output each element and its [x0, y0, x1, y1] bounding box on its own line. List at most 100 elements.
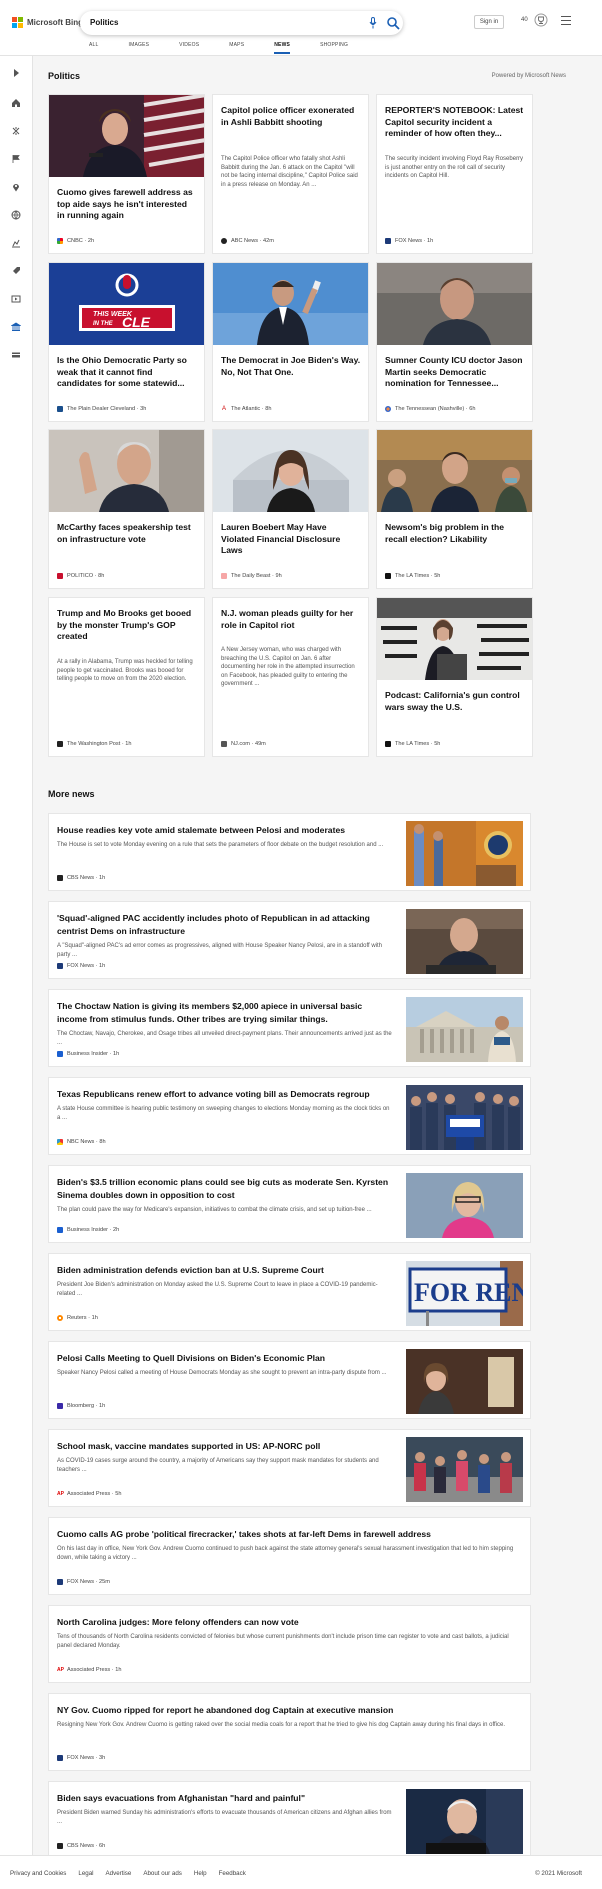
feedback-link[interactable]: Feedback: [219, 1870, 246, 1877]
news-list-item[interactable]: Texas Republicans renew effort to advanc…: [48, 1077, 531, 1155]
news-card[interactable]: Lauren Boebert May Have Violated Financi…: [212, 429, 369, 589]
item-source: FOX News · 1h: [57, 963, 105, 969]
source-age: 8h: [98, 573, 105, 579]
tab-news[interactable]: NEWS: [274, 42, 290, 54]
item-title[interactable]: House readies key vote amid stalemate be…: [57, 824, 392, 837]
tab-maps[interactable]: MAPS: [229, 42, 244, 48]
news-list-item[interactable]: 'Squad'-aligned PAC accidently includes …: [48, 901, 531, 979]
item-title[interactable]: Pelosi Calls Meeting to Quell Divisions …: [57, 1352, 392, 1365]
news-list-item[interactable]: House readies key vote amid stalemate be…: [48, 813, 531, 891]
source-name: POLITICO: [67, 573, 94, 579]
card-title[interactable]: REPORTER'S NOTEBOOK: Latest Capitol secu…: [385, 105, 525, 140]
item-title[interactable]: Cuomo calls AG probe 'political firecrac…: [57, 1528, 522, 1541]
rewards-trophy-icon[interactable]: [534, 13, 548, 27]
advertise-link[interactable]: Advertise: [106, 1870, 132, 1877]
item-title[interactable]: Biden says evacuations from Afghanistan …: [57, 1792, 392, 1805]
card-title[interactable]: Cuomo gives farewell address as top aide…: [57, 187, 197, 222]
news-list-item[interactable]: The Choctaw Nation is giving its members…: [48, 989, 531, 1067]
card-description: The Capitol Police officer who fatally s…: [221, 156, 358, 188]
microphone-icon[interactable]: [369, 17, 377, 29]
item-title[interactable]: Texas Republicans renew effort to advanc…: [57, 1088, 392, 1101]
card-title[interactable]: N.J. woman pleads guilty for her role in…: [221, 608, 361, 631]
tab-shopping[interactable]: SHOPPING: [320, 42, 348, 48]
card-title[interactable]: Trump and Mo Brooks get booed by the mon…: [57, 608, 197, 643]
news-list-item[interactable]: Cuomo calls AG probe 'political firecrac…: [48, 1517, 531, 1595]
tab-images[interactable]: IMAGES: [129, 42, 150, 48]
card-title[interactable]: Lauren Boebert May Have Violated Financi…: [221, 522, 361, 557]
news-card[interactable]: The Democrat in Joe Biden's Way. No, Not…: [212, 262, 369, 422]
news-category-sidebar: [0, 56, 33, 1856]
news-card[interactable]: Newsom's big problem in the recall elect…: [376, 429, 533, 589]
legal-link[interactable]: Legal: [78, 1870, 93, 1877]
item-source: Bloomberg · 1h: [57, 1403, 105, 1409]
source-age: 6h: [99, 1843, 106, 1849]
news-list-item[interactable]: Biden's $3.5 trillion economic plans cou…: [48, 1165, 531, 1243]
news-card[interactable]: Podcast: California's gun control wars s…: [376, 597, 533, 757]
copyright: © 2021 Microsoft: [535, 1870, 582, 1877]
brand-name: Microsoft Bing: [27, 17, 83, 27]
card-icon[interactable]: [11, 350, 21, 360]
card-title[interactable]: Newsom's big problem in the recall elect…: [385, 522, 525, 545]
flag-icon[interactable]: [11, 154, 21, 164]
news-list-item[interactable]: NY Gov. Cuomo ripped for report he aband…: [48, 1693, 531, 1771]
fox-news-icon: [57, 963, 63, 969]
globe-icon[interactable]: [11, 210, 21, 220]
source-name: CNBC: [67, 238, 83, 244]
item-title[interactable]: School mask, vaccine mandates supported …: [57, 1440, 392, 1453]
about-ads-link[interactable]: About our ads: [143, 1870, 182, 1877]
rocket-icon[interactable]: [11, 266, 21, 276]
daily-beast-icon: [221, 573, 227, 579]
search-box[interactable]: Politics: [80, 11, 403, 35]
associated-press-icon: AP: [57, 1491, 64, 1497]
news-card[interactable]: REPORTER'S NOTEBOOK: Latest Capitol secu…: [376, 94, 533, 254]
film-icon[interactable]: [11, 294, 21, 304]
source-name: FOX News: [67, 1579, 95, 1585]
card-title[interactable]: Sumner County ICU doctor Jason Martin se…: [385, 355, 525, 390]
item-title[interactable]: 'Squad'-aligned PAC accidently includes …: [57, 912, 392, 937]
card-description: At a rally in Alabama, Trump was heckled…: [57, 659, 193, 683]
news-list-item[interactable]: North Carolina judges: More felony offen…: [48, 1605, 531, 1683]
cuomo-photo: [49, 95, 204, 177]
bing-logo[interactable]: Microsoft Bing: [12, 15, 83, 29]
tab-all[interactable]: ALL: [89, 42, 99, 48]
news-list-item[interactable]: Biden says evacuations from Afghanistan …: [48, 1781, 531, 1859]
news-card[interactable]: Capitol police officer exonerated in Ash…: [212, 94, 369, 254]
news-list-item[interactable]: School mask, vaccine mandates supported …: [48, 1429, 531, 1507]
politics-building-icon[interactable]: [11, 322, 21, 332]
help-link[interactable]: Help: [194, 1870, 207, 1877]
card-title[interactable]: Is the Ohio Democratic Party so weak tha…: [57, 355, 197, 390]
news-card[interactable]: McCarthy faces speakership test on infra…: [48, 429, 205, 589]
expand-sidebar-icon[interactable]: [11, 68, 21, 78]
card-title[interactable]: Capitol police officer exonerated in Ash…: [221, 105, 361, 128]
card-title[interactable]: McCarthy faces speakership test on infra…: [57, 522, 197, 545]
news-card[interactable]: THIS WEEK IN THE CLE Is the Ohio Democrati…: [48, 262, 205, 422]
news-card[interactable]: Cuomo gives farewell address as top aide…: [48, 94, 205, 254]
item-title[interactable]: Biden's $3.5 trillion economic plans cou…: [57, 1176, 392, 1201]
sign-in-button[interactable]: Sign in: [474, 15, 504, 29]
item-title[interactable]: NY Gov. Cuomo ripped for report he aband…: [57, 1704, 522, 1717]
source-name: The Plain Dealer Cleveland: [67, 406, 136, 412]
search-icon[interactable]: [386, 16, 400, 30]
hamburger-menu-icon[interactable]: [561, 16, 571, 25]
location-pin-icon[interactable]: [11, 182, 21, 192]
home-icon[interactable]: [11, 98, 21, 108]
search-input[interactable]: Politics: [90, 18, 118, 27]
tab-videos[interactable]: VIDEOS: [179, 42, 199, 48]
chart-icon[interactable]: [11, 238, 21, 248]
news-card[interactable]: N.J. woman pleads guilty for her role in…: [212, 597, 369, 757]
news-list-item[interactable]: Pelosi Calls Meeting to Quell Divisions …: [48, 1341, 531, 1419]
item-title[interactable]: North Carolina judges: More felony offen…: [57, 1616, 522, 1629]
news-card[interactable]: Trump and Mo Brooks get booed by the mon…: [48, 597, 205, 757]
privacy-link[interactable]: Privacy and Cookies: [10, 1870, 66, 1877]
card-title[interactable]: The Democrat in Joe Biden's Way. No, Not…: [221, 355, 361, 378]
sparkle-icon[interactable]: [11, 126, 21, 136]
item-title[interactable]: Biden administration defends eviction ba…: [57, 1264, 392, 1277]
news-list-item[interactable]: Biden administration defends eviction ba…: [48, 1253, 531, 1331]
rewards-points[interactable]: 40: [521, 17, 528, 23]
la-times-icon: [385, 741, 391, 747]
card-title[interactable]: Podcast: California's gun control wars s…: [385, 690, 525, 713]
item-title[interactable]: The Choctaw Nation is giving its members…: [57, 1000, 392, 1025]
cbs-news-icon: [57, 875, 63, 881]
news-card[interactable]: Sumner County ICU doctor Jason Martin se…: [376, 262, 533, 422]
source-name: Bloomberg: [67, 1403, 95, 1409]
